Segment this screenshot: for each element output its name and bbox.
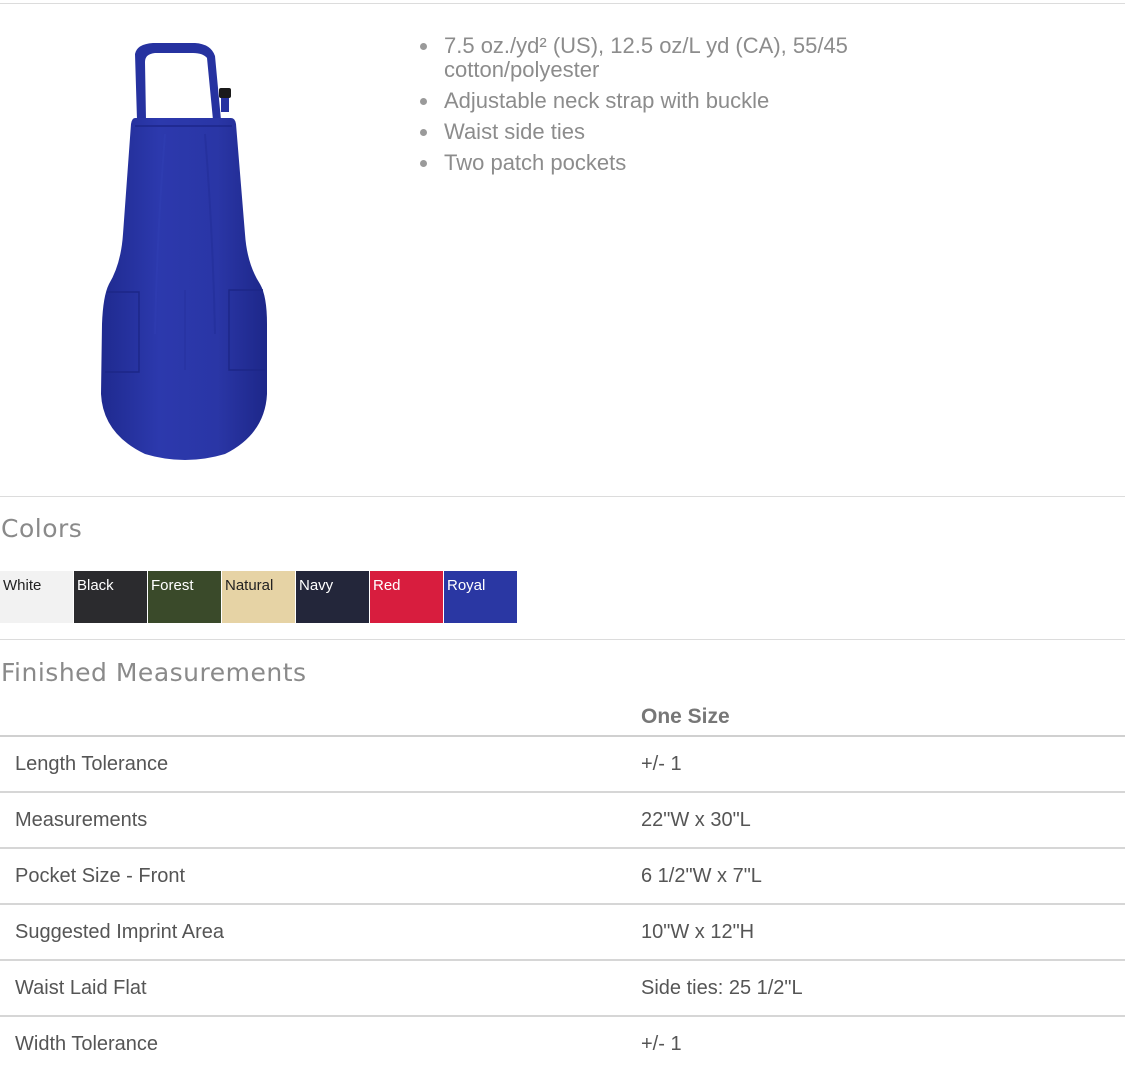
bullet-icon bbox=[420, 160, 427, 167]
swatch-label: White bbox=[3, 577, 42, 594]
product-section: 7.5 oz./yd² (US), 12.5 oz/L yd (CA), 55/… bbox=[0, 4, 1125, 496]
section-divider bbox=[0, 496, 1125, 497]
feature-text: Two patch pockets bbox=[444, 150, 627, 175]
row-label: Width Tolerance bbox=[15, 1032, 159, 1055]
swatch-label: Royal bbox=[447, 577, 486, 594]
colors-title: Colors bbox=[1, 514, 83, 543]
row-label: Length Tolerance bbox=[0, 736, 641, 793]
swatch-label: Black bbox=[77, 577, 114, 594]
swatch-label: Red bbox=[373, 577, 401, 594]
color-swatch-white[interactable]: White bbox=[0, 571, 73, 623]
color-swatch-black[interactable]: Black bbox=[74, 571, 147, 623]
row-value: +/- 1 bbox=[641, 736, 1125, 793]
row-value: +/- 1 bbox=[641, 1032, 682, 1055]
table-row: Suggested Imprint Area 10"W x 12"H bbox=[0, 904, 1125, 961]
color-swatch-navy[interactable]: Navy bbox=[296, 571, 369, 623]
royal-apron-image bbox=[101, 43, 267, 460]
row-label: Waist Laid Flat bbox=[0, 960, 641, 1017]
feature-item: 7.5 oz./yd² (US), 12.5 oz/L yd (CA), 55/… bbox=[418, 34, 938, 82]
bullet-icon bbox=[420, 129, 427, 136]
section-divider bbox=[0, 639, 1125, 640]
feature-list: 7.5 oz./yd² (US), 12.5 oz/L yd (CA), 55/… bbox=[418, 34, 938, 182]
row-label: Suggested Imprint Area bbox=[0, 904, 641, 961]
feature-item: Adjustable neck strap with buckle bbox=[418, 89, 938, 113]
bullet-icon bbox=[420, 98, 427, 105]
measurements-table: One Size Length Tolerance +/- 1 Measurem… bbox=[0, 698, 1125, 1071]
table-row: Width Tolerance +/- 1 bbox=[0, 1016, 1125, 1071]
row-value: 22"W x 30"L bbox=[641, 792, 1125, 849]
table-header-row: One Size bbox=[0, 698, 1125, 737]
feature-item: Waist side ties bbox=[418, 120, 938, 144]
feature-item: Two patch pockets bbox=[418, 151, 938, 175]
table-row: Waist Laid Flat Side ties: 25 1/2"L bbox=[0, 960, 1125, 1017]
swatch-label: Navy bbox=[299, 577, 334, 594]
table-row: Pocket Size - Front 6 1/2"W x 7"L bbox=[0, 848, 1125, 905]
color-swatch-forest[interactable]: Forest bbox=[148, 571, 221, 623]
feature-text: Adjustable neck strap with buckle bbox=[444, 88, 770, 113]
table-row: Length Tolerance +/- 1 bbox=[0, 736, 1125, 793]
row-value: Side ties: 25 1/2"L bbox=[641, 960, 1125, 1017]
header-size-cell: One Size bbox=[641, 698, 1125, 737]
swatch-label: Natural bbox=[225, 577, 274, 594]
feature-text: 7.5 oz./yd² (US), 12.5 oz/L yd (CA), 55/… bbox=[444, 33, 848, 82]
row-value: 6 1/2"W x 7"L bbox=[641, 848, 1125, 905]
measurements-title: Finished Measurements bbox=[1, 658, 307, 687]
color-swatch-red[interactable]: Red bbox=[370, 571, 443, 623]
color-swatch-royal[interactable]: Royal bbox=[444, 571, 517, 623]
row-label: Measurements bbox=[0, 792, 641, 849]
color-swatch-natural[interactable]: Natural bbox=[222, 571, 295, 623]
header-label-cell bbox=[0, 698, 641, 737]
color-swatch-list: White Black Forest Natural Navy Red Roya… bbox=[0, 571, 518, 623]
swatch-label: Forest bbox=[151, 577, 194, 594]
bullet-icon bbox=[420, 43, 427, 50]
table-row: Measurements 22"W x 30"L bbox=[0, 792, 1125, 849]
row-label: Pocket Size - Front bbox=[0, 848, 641, 905]
feature-text: Waist side ties bbox=[444, 119, 586, 144]
row-value: 10"W x 12"H bbox=[641, 904, 1125, 961]
